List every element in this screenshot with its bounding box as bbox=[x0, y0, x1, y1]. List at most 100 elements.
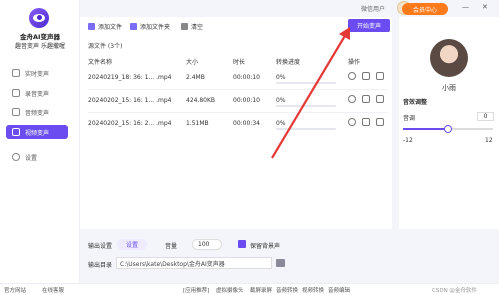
screen-record-link[interactable]: 截屏录屏 bbox=[250, 286, 272, 294]
file-progress: 0% bbox=[276, 120, 286, 127]
file-progress: 0% bbox=[276, 97, 286, 104]
official-site-link[interactable]: 官方网站 bbox=[4, 286, 26, 294]
status-bar: 官方网站 在线客服 [应用推荐] 虚拟摄像头 截屏录屏 音频转换 视频转换 音频… bbox=[0, 283, 499, 295]
voice-name: 小雨 bbox=[442, 84, 456, 92]
folder-icon[interactable] bbox=[362, 95, 370, 103]
app-slogan: 趣音变声 乐趣撒喔 bbox=[15, 43, 65, 50]
keep-background-checkbox[interactable] bbox=[238, 240, 246, 248]
folder-icon[interactable] bbox=[276, 259, 285, 267]
sidebar-item-label: 设置 bbox=[25, 154, 38, 162]
title-bar: 微信用户 会员中心 — ✕ bbox=[80, 0, 499, 17]
clear-label: 清空 bbox=[191, 24, 204, 31]
watermark: CSDN @金舟软件 bbox=[432, 288, 477, 294]
progress-bar bbox=[276, 105, 336, 107]
online-support-link[interactable]: 在线客服 bbox=[42, 286, 64, 294]
close-button[interactable]: ✕ bbox=[482, 3, 488, 11]
file-size: 424.80KB bbox=[186, 97, 216, 104]
video-convert-link[interactable]: 视频转换 bbox=[302, 286, 324, 294]
sidebar-item-realtime[interactable]: 实时变声 bbox=[6, 66, 68, 80]
pitch-slider-thumb[interactable] bbox=[444, 125, 452, 133]
output-settings-button[interactable]: 设置 bbox=[117, 239, 147, 250]
pitch-value-field[interactable]: 0 bbox=[477, 112, 494, 121]
volume-stepper[interactable]: 100 bbox=[192, 239, 222, 250]
file-name: 20240202_15: 16: 2... .mp4 bbox=[88, 120, 172, 127]
play-icon[interactable] bbox=[348, 118, 356, 126]
progress-bar bbox=[276, 82, 336, 84]
add-folder-button[interactable]: 添加文件夹 bbox=[130, 22, 170, 31]
realtime-icon bbox=[12, 69, 20, 77]
audio-convert-link[interactable]: 音频转换 bbox=[276, 286, 298, 294]
file-duration: 00:00:10 bbox=[233, 74, 260, 81]
folder-icon[interactable] bbox=[362, 72, 370, 80]
file-name: 20240219_18: 36: 1... .mp4 bbox=[88, 74, 172, 81]
audio-file-icon bbox=[12, 108, 20, 116]
app-window: 金舟AI变声器 趣音变声 乐趣撒喔 实时变声 录音变声 音频变声 视频变声 设置… bbox=[0, 0, 499, 295]
user-name[interactable]: 微信用户 bbox=[361, 4, 385, 13]
app-logo bbox=[29, 8, 49, 28]
output-settings-label: 输出设置 bbox=[88, 243, 113, 250]
sidebar-item-label: 视频变声 bbox=[25, 129, 50, 137]
column-header-progress: 转换进度 bbox=[276, 59, 301, 66]
table-row[interactable]: 20240219_18: 36: 1... .mp4 2.4MB 00:00:1… bbox=[80, 68, 392, 88]
virtual-camera-link[interactable]: 虚拟摄像头 bbox=[216, 286, 244, 294]
file-name: 20240202_15: 16: 1... .mp4 bbox=[88, 97, 172, 104]
file-size: 1.51MB bbox=[186, 120, 209, 127]
row-divider bbox=[88, 112, 388, 113]
audio-edit-link[interactable]: 音频编辑 bbox=[328, 286, 350, 294]
add-file-icon bbox=[88, 23, 95, 30]
output-dir-label: 输出目录 bbox=[88, 262, 113, 269]
trash-icon[interactable] bbox=[376, 72, 384, 80]
vip-center-button[interactable]: 会员中心 bbox=[402, 3, 448, 15]
clear-button[interactable]: 清空 bbox=[181, 22, 203, 31]
add-folder-icon bbox=[130, 23, 137, 30]
microphone-icon bbox=[12, 89, 20, 97]
app-brand: 金舟AI变声器 bbox=[20, 33, 60, 41]
trash-icon bbox=[181, 23, 188, 30]
sidebar-item-record[interactable]: 录音变声 bbox=[6, 86, 68, 100]
file-size: 2.4MB bbox=[186, 74, 205, 81]
progress-bar bbox=[276, 128, 336, 130]
effect-adjust-title: 音效调整 bbox=[403, 99, 428, 106]
pitch-min-label: -12 bbox=[403, 137, 413, 144]
sidebar: 金舟AI变声器 趣音变声 乐趣撒喔 实时变声 录音变声 音频变声 视频变声 设置 bbox=[0, 0, 80, 283]
pitch-slider[interactable] bbox=[403, 125, 493, 133]
file-count: 源文件 (3个) bbox=[88, 43, 123, 50]
play-icon[interactable] bbox=[348, 95, 356, 103]
file-duration: 00:00:34 bbox=[233, 120, 260, 127]
sidebar-item-settings[interactable]: 设置 bbox=[6, 150, 68, 164]
gear-icon bbox=[12, 153, 20, 161]
column-header-duration: 时长 bbox=[233, 59, 246, 66]
trash-icon[interactable] bbox=[376, 118, 384, 126]
file-panel: 添加文件 添加文件夹 清空 开始变声 源文件 (3个) 文件名称 大小 时长 转… bbox=[80, 17, 392, 229]
output-dir-field[interactable]: C:\Users\kate\Desktop\金舟AI变声器 bbox=[116, 257, 272, 269]
minimize-button[interactable]: — bbox=[462, 3, 469, 11]
sidebar-item-video[interactable]: 视频变声 bbox=[6, 125, 68, 139]
volume-label: 音量 bbox=[165, 243, 178, 250]
column-header-name: 文件名称 bbox=[88, 59, 113, 66]
pitch-slider-fill bbox=[403, 128, 447, 130]
output-settings-panel: 输出设置 设置 音量 100 保留背景声 输出目录 C:\Users\kate\… bbox=[80, 232, 392, 272]
video-icon bbox=[12, 128, 20, 136]
table-row[interactable]: 20240202_15: 16: 1... .mp4 424.80KB 00:0… bbox=[80, 91, 392, 111]
voice-avatar[interactable] bbox=[430, 39, 468, 77]
table-row[interactable]: 20240202_15: 16: 2... .mp4 1.51MB 00:00:… bbox=[80, 114, 392, 134]
folder-icon[interactable] bbox=[362, 118, 370, 126]
keep-background-label: 保留背景声 bbox=[250, 243, 281, 250]
sidebar-item-label: 录音变声 bbox=[25, 90, 50, 98]
sidebar-item-audio[interactable]: 音频变声 bbox=[6, 105, 68, 119]
play-icon[interactable] bbox=[348, 72, 356, 80]
add-folder-label: 添加文件夹 bbox=[140, 24, 171, 31]
sidebar-item-label: 音频变声 bbox=[25, 109, 50, 117]
trash-icon[interactable] bbox=[376, 95, 384, 103]
file-progress: 0% bbox=[276, 74, 286, 81]
row-divider bbox=[88, 89, 388, 90]
voice-panel: 小雨 音效调整 音调 0 -12 12 bbox=[399, 17, 499, 229]
pitch-max-label: 12 bbox=[485, 137, 493, 144]
column-header-actions: 操作 bbox=[348, 59, 361, 66]
add-file-button[interactable]: 添加文件 bbox=[88, 22, 122, 31]
start-convert-button[interactable]: 开始变声 bbox=[348, 19, 390, 32]
column-header-size: 大小 bbox=[186, 59, 199, 66]
pitch-label: 音调 bbox=[403, 115, 416, 122]
sidebar-item-label: 实时变声 bbox=[25, 70, 50, 78]
app-recommend-label: [应用推荐] bbox=[183, 288, 210, 294]
